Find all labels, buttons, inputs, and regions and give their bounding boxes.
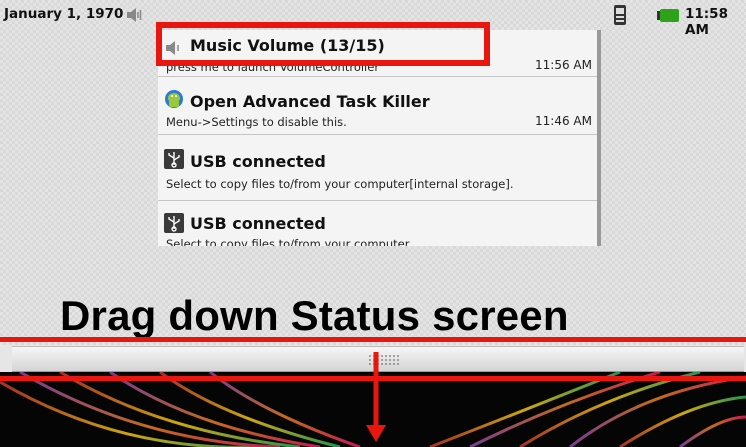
usb-icon bbox=[164, 213, 184, 233]
notification-title: USB connected bbox=[190, 214, 326, 233]
notification-description: Select to copy files to/from your comput… bbox=[166, 177, 514, 191]
notification-title: Open Advanced Task Killer bbox=[190, 92, 430, 111]
android-robot-icon bbox=[165, 90, 183, 108]
grip-icon bbox=[369, 355, 399, 365]
notification-usb-connected[interactable]: USB connected Select to copy files to/fr… bbox=[158, 201, 598, 246]
notification-title: USB connected bbox=[190, 152, 326, 171]
notification-task-killer[interactable]: Open Advanced Task Killer Menu->Settings… bbox=[158, 77, 598, 135]
drag-handle-bar[interactable] bbox=[12, 346, 744, 372]
annotation-line-top bbox=[0, 337, 746, 342]
status-date: January 1, 1970 bbox=[4, 6, 124, 22]
scrollbar[interactable] bbox=[597, 30, 601, 246]
notification-usb-connected[interactable]: USB connected Select to copy files to/fr… bbox=[158, 135, 598, 201]
status-time: 11:58 AM bbox=[685, 6, 728, 38]
battery-icon bbox=[657, 9, 679, 22]
highlight-box bbox=[156, 22, 490, 66]
notification-description: Select to copy files to/from your comput… bbox=[166, 237, 410, 246]
volume-icon bbox=[127, 8, 142, 22]
usb-icon bbox=[164, 149, 184, 169]
notification-time: 11:46 AM bbox=[535, 114, 592, 128]
annotation-line-bottom bbox=[0, 376, 746, 381]
notification-description: Menu->Settings to disable this. bbox=[166, 115, 347, 129]
home-wallpaper bbox=[0, 372, 746, 447]
notification-time: 11:56 AM bbox=[535, 58, 592, 72]
phone-device-icon bbox=[614, 5, 626, 25]
instruction-caption: Drag down Status screen bbox=[60, 292, 569, 339]
